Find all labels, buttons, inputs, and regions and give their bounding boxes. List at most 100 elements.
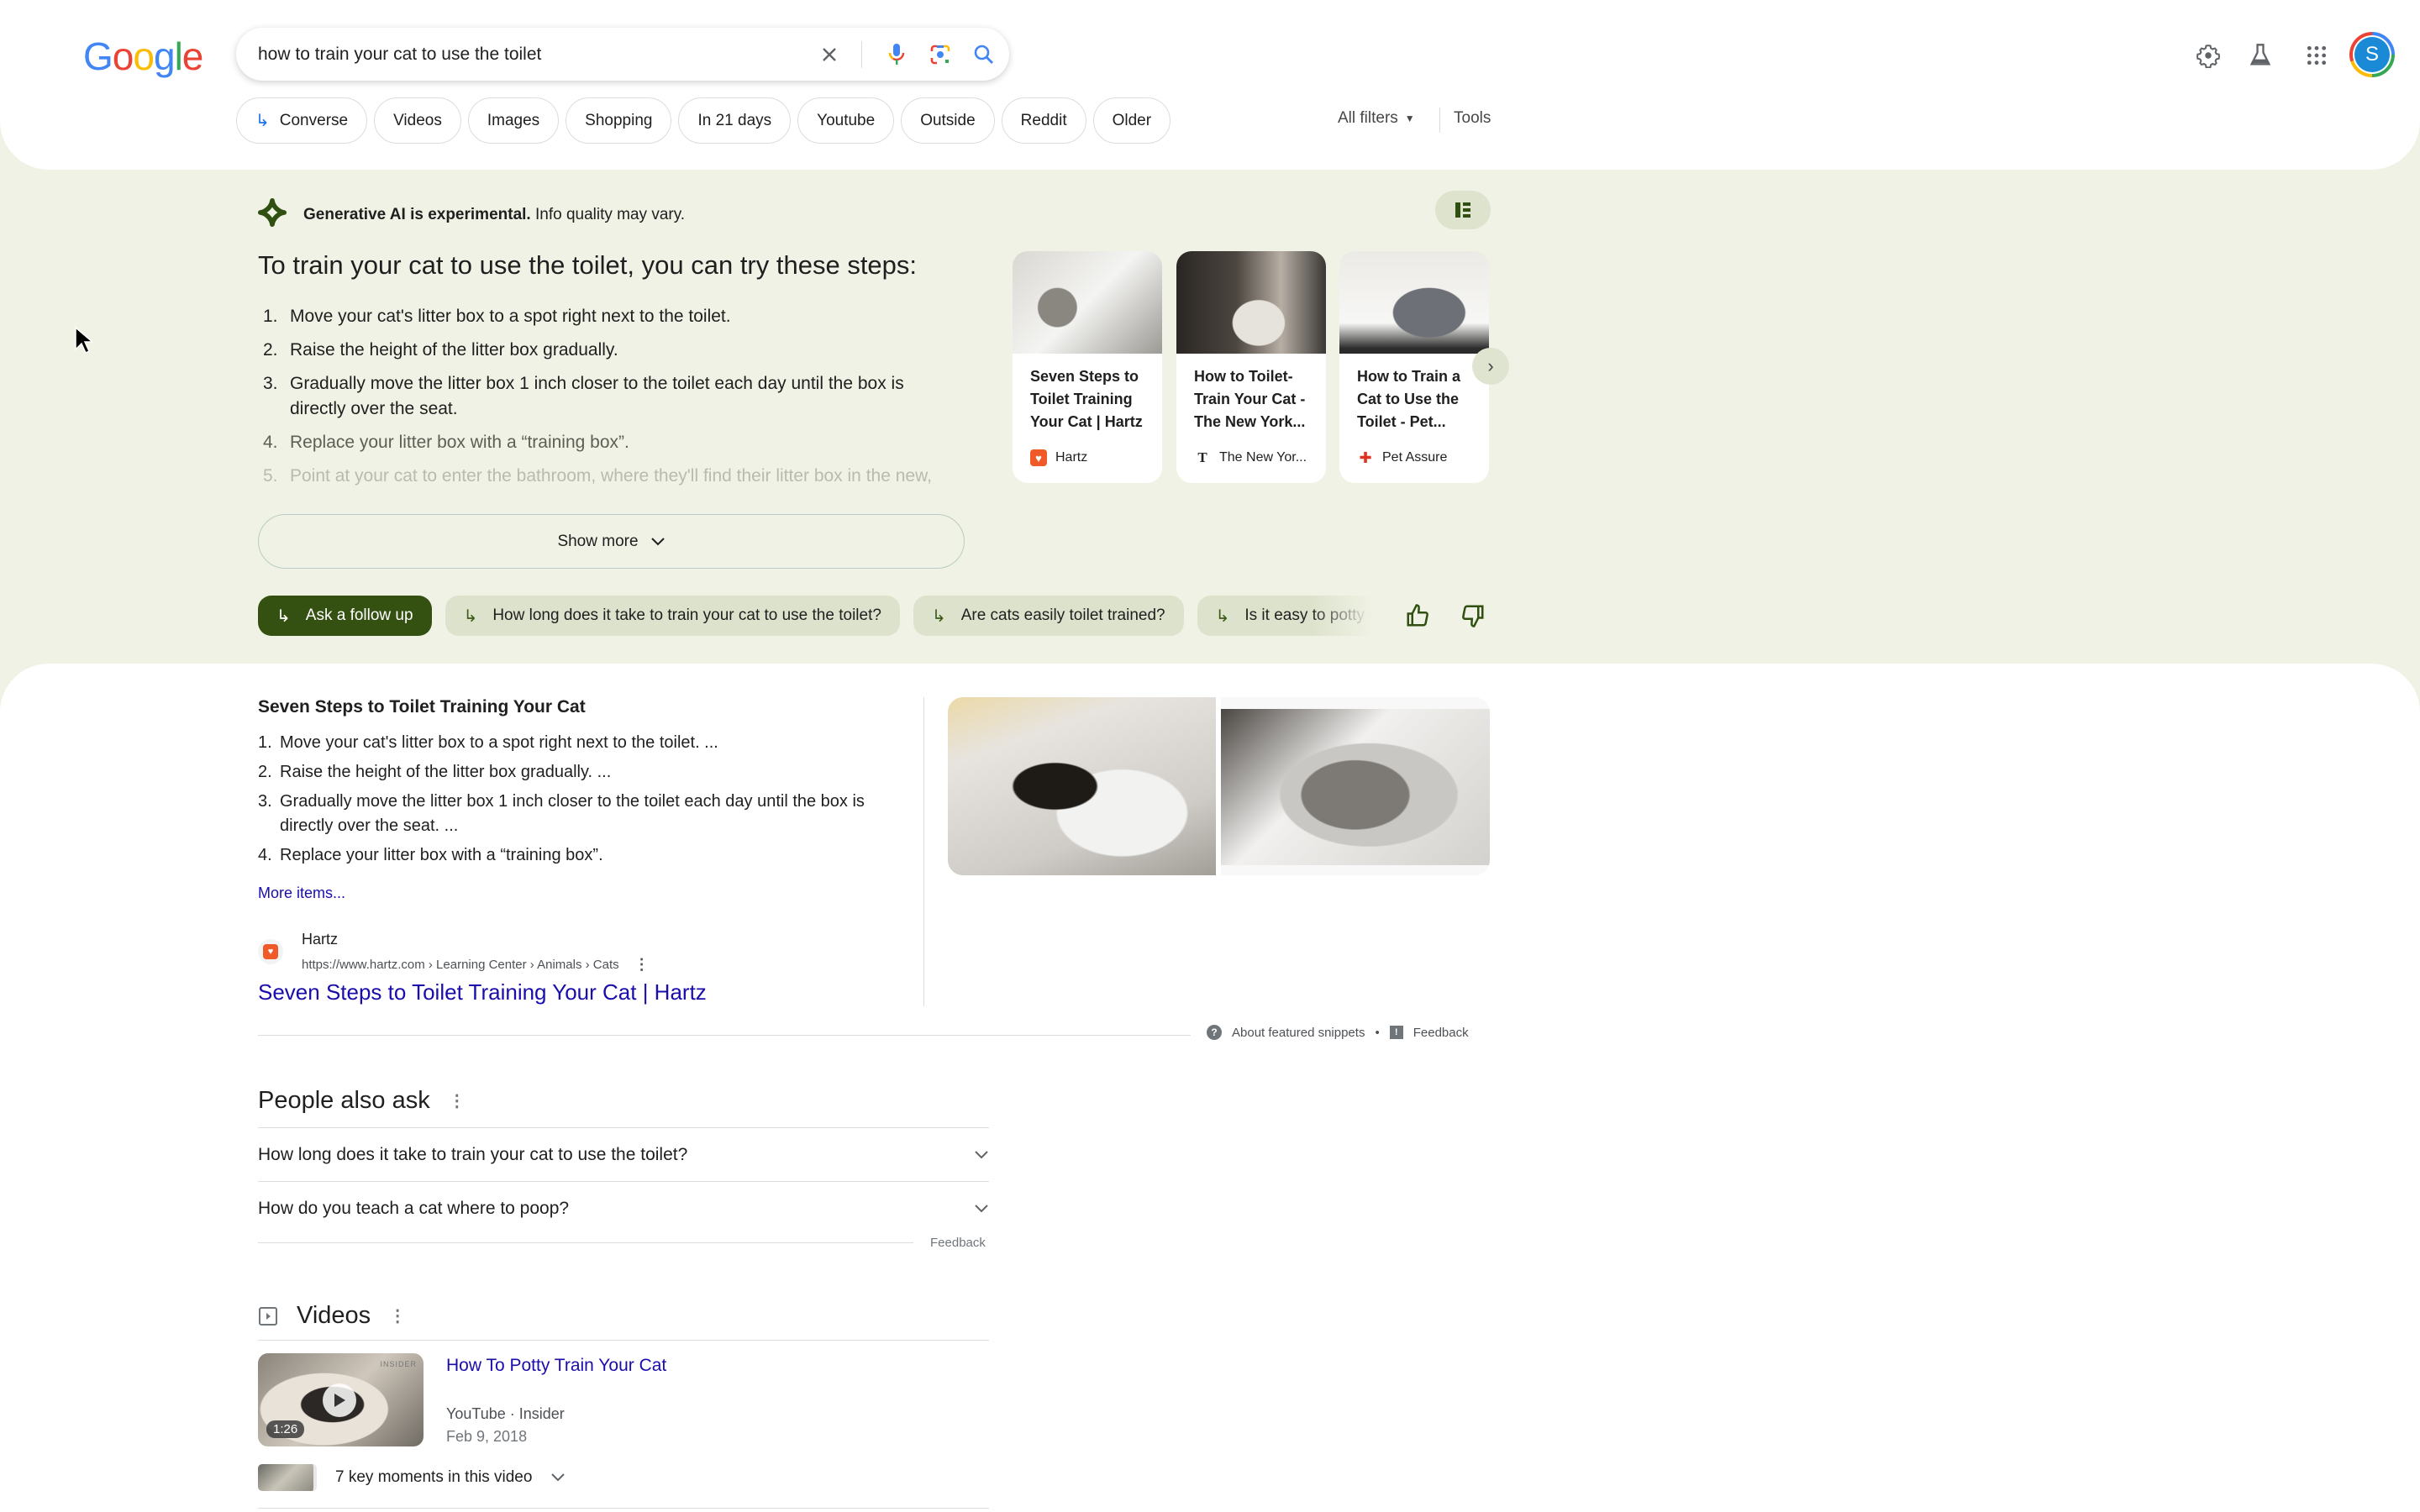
follow-up-arrow-icon: ↳ [463,606,478,626]
videos-title: Videos [297,1302,371,1329]
show-more-button[interactable]: Show more [258,514,965,569]
item-text: Move your cat's litter box to a spot rig… [280,733,718,752]
chip-label: Older [1112,111,1152,129]
source-breadcrumb: https://www.hartz.com › Learning Center … [302,958,619,972]
snippet-image[interactable] [1221,697,1490,875]
ai-steps-list: 1. Move your cat's litter box to a spot r… [258,304,964,497]
chevron-down-icon [551,1473,566,1482]
layout-toggle-button[interactable] [1435,191,1491,229]
follow-up-arrow-icon: ↳ [1215,606,1230,626]
ai-overview-heading: To train your cat to use the toilet, you… [258,250,918,280]
follow-up-arrow-icon: ↳ [255,112,270,130]
hartz-favicon-icon: ♥ [1030,449,1047,466]
chevron-down-icon [975,1204,988,1212]
search-filter-chips: ↳ Converse Videos Images Shopping In 21 d… [236,97,1171,144]
chip-images[interactable]: Images [467,97,560,144]
search-bar [236,28,1009,81]
key-moments-toggle[interactable]: 7 key moments in this video [258,1464,566,1491]
card-title: How to Train a Cat to Use the Toilet - P… [1357,368,1461,430]
item-text: Raise the height of the litter box gradu… [280,763,612,781]
paa-question[interactable]: How do you teach a cat where to poop? [258,1181,989,1235]
paa-divider [258,1242,913,1243]
header-bar [0,0,2420,170]
card-title: How to Toilet-Train Your Cat - The New Y… [1194,368,1306,430]
account-avatar[interactable]: S [2349,32,2395,77]
close-icon[interactable] [814,39,844,70]
video-thumbnail[interactable]: INSIDER 1:26 [258,1353,424,1446]
ai-step: 1. Move your cat's litter box to a spot r… [258,304,964,329]
thumbs-down-icon[interactable] [1460,603,1486,633]
source-card[interactable]: How to Toilet-Train Your Cat - The New Y… [1176,251,1326,483]
chip-label: Converse [279,111,349,129]
follow-up-suggestion[interactable]: ↳ Are cats easily toilet trained? [913,596,1184,636]
chip-youtube[interactable]: Youtube [797,97,895,144]
video-title-link[interactable]: How To Potty Train Your Cat [446,1356,666,1376]
mic-icon[interactable] [881,39,912,70]
play-button-icon[interactable] [323,1383,356,1417]
source-url: https://www.hartz.com › Learning Center … [302,956,650,974]
follow-up-suggestion[interactable]: ↳ How long does it take to train your cat… [445,596,900,636]
ai-step: 2. Raise the height of the litter box gra… [258,338,964,363]
feedback-link[interactable]: Feedback [1413,1026,1469,1040]
apps-icon[interactable] [2300,39,2333,72]
ai-step: 3. Gradually move the litter box 1 inch c… [258,371,964,422]
snippet-image[interactable] [948,697,1216,875]
step-number: 2. [263,340,278,360]
result-title-link[interactable]: Seven Steps to Toilet Training Your Cat … [258,979,707,1005]
search-input[interactable] [258,28,796,81]
more-items-link[interactable]: More items... [258,885,345,902]
paa-question-text: How long does it take to train your cat … [258,1144,688,1164]
all-filters-dropdown[interactable]: All filters ▼ [1338,109,1415,128]
lens-icon[interactable] [925,39,955,70]
card-source: T The New Yor... [1194,449,1307,466]
snippet-item: 2. Raise the height of the litter box gra… [258,760,897,785]
about-featured-snippets-link[interactable]: About featured snippets [1232,1026,1365,1040]
card-thumbnail [1013,251,1162,354]
labs-icon[interactable] [2244,39,2277,72]
paa-question[interactable]: How long does it take to train your cat … [258,1127,989,1181]
more-options-icon[interactable]: ⋮ [449,1090,466,1111]
chip-shopping[interactable]: Shopping [566,97,672,144]
chip-videos[interactable]: Videos [374,97,461,144]
step-text: Replace your litter box with a “training… [290,433,629,452]
source-name[interactable]: Hartz [302,931,338,948]
card-source-name: The New Yor... [1219,450,1307,465]
snippet-item: 1. Move your cat's litter box to a spot r… [258,731,897,755]
follow-up-suggestions: ↳ Ask a follow up ↳ How long does it take … [258,596,1384,636]
featured-snippet-list: 1. Move your cat's litter box to a spot r… [258,731,897,873]
ai-notice-bold: Generative AI is experimental. [303,206,531,223]
paa-feedback-link[interactable]: Feedback [930,1236,986,1250]
tools-button[interactable]: Tools [1454,109,1491,128]
google-logo[interactable]: Google [83,34,203,79]
gemini-sparkle-icon [258,198,287,232]
item-number: 4. [258,846,272,864]
chip-in-21-days[interactable]: In 21 days [678,97,792,144]
snippet-item: 4. Replace your litter box with a “traini… [258,843,897,868]
search-icon[interactable] [969,39,999,70]
card-thumbnail [1176,251,1326,354]
step-number: 5. [263,466,278,486]
card-source-name: Pet Assure [1382,450,1448,465]
mouse-cursor-icon [75,326,92,354]
chip-reddit[interactable]: Reddit [1001,97,1086,144]
chip-converse[interactable]: ↳ Converse [236,97,368,144]
chevron-down-icon [975,1150,988,1158]
chevron-right-icon[interactable]: › [1472,348,1509,385]
thumbs-up-icon[interactable] [1405,603,1430,633]
follow-up-arrow-icon: ↳ [931,606,946,626]
chip-outside[interactable]: Outside [901,97,995,144]
chip-older[interactable]: Older [1092,97,1171,144]
more-options-icon[interactable]: ⋮ [634,956,650,974]
source-card[interactable]: How to Train a Cat to Use the Toilet - P… [1339,251,1489,483]
key-moments-label: 7 key moments in this video [335,1468,533,1486]
source-card[interactable]: Seven Steps to Toilet Training Your Cat … [1013,251,1162,483]
item-text: Gradually move the litter box 1 inch clo… [280,792,865,835]
ask-follow-up-button[interactable]: ↳ Ask a follow up [258,596,432,636]
snippet-item: 3. Gradually move the litter box 1 inch c… [258,790,897,838]
more-options-icon[interactable]: ⋮ [389,1305,406,1326]
chevron-down-icon [650,537,665,545]
step-text: Gradually move the litter box 1 inch clo… [290,374,904,418]
search-divider [861,41,862,68]
settings-icon[interactable] [2191,39,2225,72]
follow-up-label: Ask a follow up [305,606,413,624]
